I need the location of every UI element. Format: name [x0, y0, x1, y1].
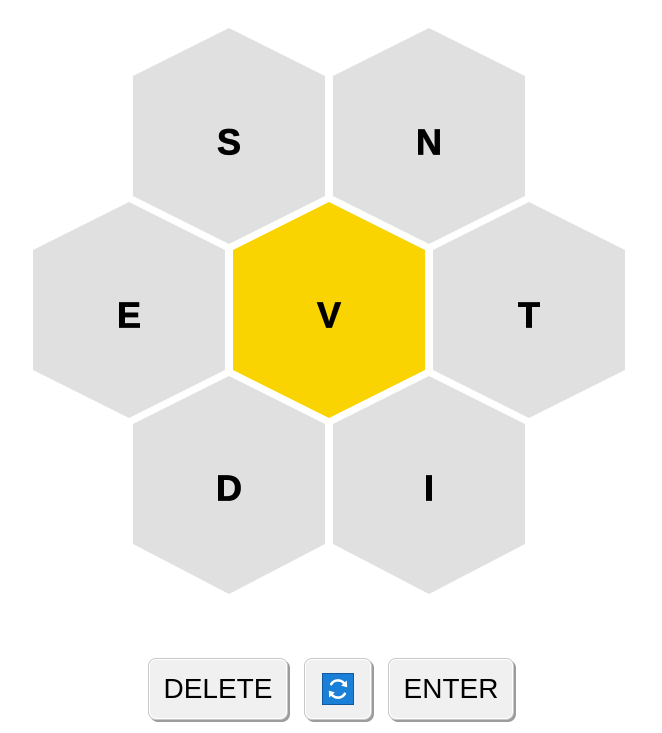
game-controls: DELETE ENTER: [0, 658, 662, 724]
hex-center[interactable]: V: [233, 202, 425, 418]
shuffle-icon: [322, 673, 354, 705]
delete-button[interactable]: DELETE: [148, 658, 288, 720]
enter-button-label: ENTER: [403, 673, 499, 704]
delete-button-label: DELETE: [163, 673, 273, 704]
game-board: S N E V T D I DELETE ENTER: [0, 0, 662, 733]
hex-cell-shape[interactable]: [333, 28, 525, 244]
shuffle-button[interactable]: [304, 658, 372, 720]
hex-cell-shape[interactable]: [133, 28, 325, 244]
hex-outer-3[interactable]: E: [33, 202, 225, 418]
hex-cell-shape[interactable]: [433, 202, 625, 418]
hex-outer-1[interactable]: S: [133, 28, 325, 244]
enter-button[interactable]: ENTER: [388, 658, 514, 720]
hex-outer-4[interactable]: T: [433, 202, 625, 418]
hex-center-shape[interactable]: [233, 202, 425, 418]
hex-cell-shape[interactable]: [133, 376, 325, 594]
hex-outer-6[interactable]: I: [333, 376, 525, 594]
hex-outer-2[interactable]: N: [333, 28, 525, 244]
hex-cell-shape[interactable]: [33, 202, 225, 418]
hex-outer-5[interactable]: D: [133, 376, 325, 594]
letter-hive: S N E V T D I: [33, 28, 625, 594]
hex-cell-shape[interactable]: [333, 376, 525, 594]
